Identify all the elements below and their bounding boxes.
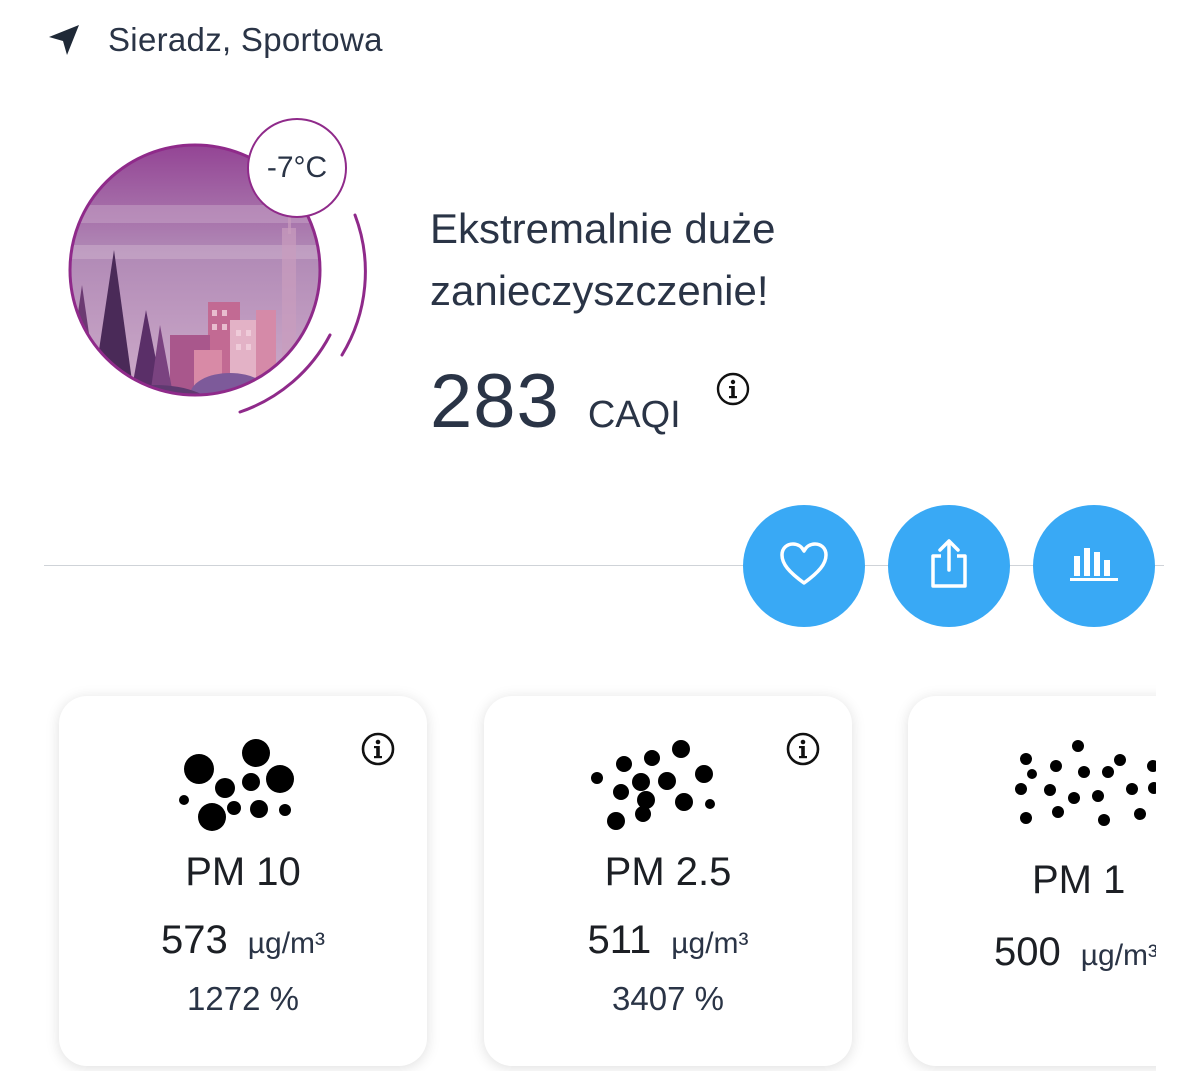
info-icon[interactable] bbox=[716, 372, 750, 406]
pollutant-value-row: 573 µg/m³ bbox=[59, 918, 427, 963]
pollutant-unit: µg/m³ bbox=[671, 927, 749, 960]
pollutant-norm-percent: 3407 % bbox=[612, 980, 724, 1017]
pollutant-value: 573 bbox=[160, 918, 228, 962]
pollutant-value: 511 bbox=[587, 918, 652, 962]
pollution-status: Ekstremalnie duże zanieczyszczenie! bbox=[430, 205, 776, 314]
pollutant-unit: µg/m³ bbox=[247, 927, 326, 960]
pollutant-cards: PM 10 573 µg/m³ 1272 % PM 2.5 511 µg/m³ … bbox=[44, 680, 1156, 1071]
location-bar[interactable]: Sieradz, Sportowa bbox=[44, 18, 383, 62]
location-name: Sieradz, Sportowa bbox=[108, 21, 383, 58]
share-icon bbox=[927, 538, 971, 595]
pm1-particles-icon bbox=[1015, 740, 1156, 826]
pollutant-card-pm1[interactable]: PM 1 500 µg/m³ bbox=[908, 696, 1156, 1066]
pollutant-card-pm10[interactable]: PM 10 573 µg/m³ 1272 % bbox=[59, 696, 427, 1066]
caqi-unit: CAQI bbox=[587, 394, 681, 436]
caqi-index: 283 CAQI bbox=[430, 358, 681, 445]
bar-chart-icon bbox=[1068, 544, 1120, 589]
pollutant-value-row: 511 µg/m³ bbox=[484, 918, 852, 963]
pollutant-value: 500 bbox=[994, 930, 1061, 974]
air-quality-screen: Sieradz, Sportowa -7°C Ekstremalnie duże… bbox=[0, 0, 1200, 1071]
heart-icon bbox=[779, 541, 829, 592]
caqi-value: 283 bbox=[430, 359, 560, 444]
pollutant-unit: µg/m³ bbox=[1080, 939, 1156, 972]
pm10-particles-icon bbox=[179, 739, 294, 831]
temperature-badge: -7°C bbox=[247, 118, 347, 218]
pollutant-card-pm25[interactable]: PM 2.5 511 µg/m³ 3407 % bbox=[484, 696, 852, 1066]
pollutant-name: PM 1 bbox=[1032, 858, 1126, 902]
pollutant-norm-percent: 1272 % bbox=[187, 980, 299, 1017]
navigation-arrow-icon bbox=[44, 20, 84, 60]
pollutant-value-row: 500 µg/m³ bbox=[908, 930, 1156, 975]
pollutant-name: PM 2.5 bbox=[604, 850, 732, 894]
favorite-button[interactable] bbox=[743, 505, 865, 627]
statistics-button[interactable] bbox=[1033, 505, 1155, 627]
pm25-particles-icon bbox=[591, 740, 715, 830]
pollutant-name: PM 10 bbox=[185, 850, 301, 894]
share-button[interactable] bbox=[888, 505, 1010, 627]
